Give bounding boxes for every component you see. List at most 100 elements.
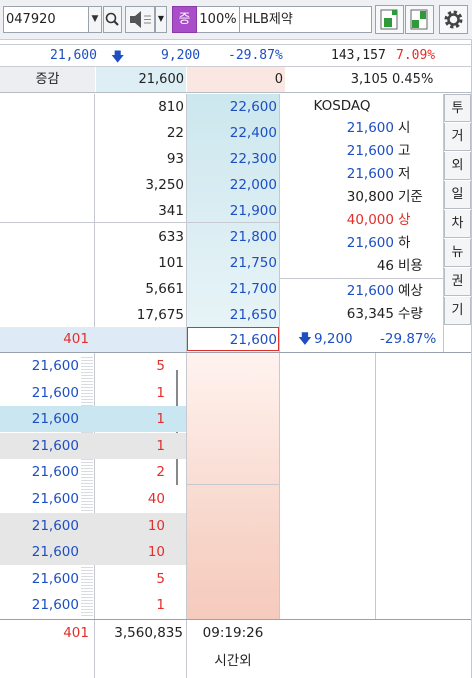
ask-price[interactable]: 21,700 (187, 276, 277, 302)
info-label: 상 (398, 212, 411, 228)
summary-ask-value: 21,600 (96, 67, 186, 92)
summary-label: 증감 (35, 72, 60, 87)
ask-left-last: 401 (63, 331, 89, 347)
stock-code-input[interactable]: 047920 (3, 6, 89, 33)
side-tab[interactable]: 일 (444, 181, 471, 209)
trade-quantity: 1 (156, 385, 165, 401)
info-label: 비용 (398, 258, 423, 274)
info-bottom-rate: -29.87% (380, 331, 437, 347)
ask-price[interactable]: 22,300 (187, 146, 277, 172)
speaker-icon[interactable] (125, 6, 155, 33)
info-label: 저 (398, 166, 411, 182)
side-tab[interactable]: 권 (444, 268, 471, 296)
ask-quantity: 22 (166, 125, 184, 141)
info-label: 고 (398, 143, 411, 159)
info-value: 21,600 (346, 143, 394, 159)
info-value: 63,345 (346, 306, 394, 322)
gear-icon[interactable] (439, 5, 468, 34)
info-label: 시 (398, 120, 411, 136)
trade-price: 21,600 (31, 385, 79, 401)
summary-row: 증감 21,600 0 3,105 0.45% (0, 67, 472, 93)
info-label: 예상 (398, 283, 423, 299)
code-dropdown-icon[interactable]: ▼ (88, 6, 102, 33)
trade-price: 21,600 (31, 358, 79, 374)
info-value: 21,600 (346, 120, 394, 136)
trade-quantity: 40 (147, 491, 165, 507)
ask-price[interactable]: 21,750 (187, 250, 277, 276)
info-row: 21,600 시 (280, 117, 444, 140)
trade-price: 21,600 (31, 411, 79, 427)
info-value: 21,600 (346, 235, 394, 251)
trade-quantity: 2 (156, 464, 165, 480)
ask-quantity: 3,250 (145, 177, 184, 193)
market-label: KOSDAQ (313, 98, 371, 114)
speaker-dropdown-icon[interactable]: ▼ (155, 6, 167, 33)
trade-price: 21,600 (31, 491, 79, 507)
trade-quantity: 10 (147, 518, 165, 534)
market-badge: 증 (172, 6, 197, 33)
info-row: 40,000 상 (280, 209, 444, 232)
summary-right-value: 3,105 (350, 72, 388, 87)
summary-bid-value: 0 (187, 67, 285, 92)
ask-quantity: 93 (166, 151, 184, 167)
side-tab[interactable]: 뉴 (444, 239, 471, 267)
trade-price: 21,600 (31, 464, 79, 480)
info-row: 21,600 고 (280, 140, 444, 163)
tick-scale (81, 355, 93, 617)
bid-price-column (187, 353, 279, 619)
info-bottom: 🡇 9,200 -29.87% (280, 328, 444, 351)
trade-price: 21,600 (31, 571, 79, 587)
layout-toggle-icon[interactable] (405, 5, 434, 34)
info-value: 40,000 (346, 212, 394, 228)
volume-rate: 7.09% (396, 48, 436, 63)
ask-quantity: 810 (158, 99, 184, 115)
price-change: 9,200 (161, 48, 201, 63)
info-row: 46 비용 (280, 255, 444, 278)
trade-quantity: 10 (147, 544, 165, 560)
ask-price[interactable]: 22,600 (187, 94, 277, 120)
ask-price[interactable]: 21,800 (187, 224, 277, 250)
info-row: 63,345 수량 (280, 303, 444, 326)
footer-total: 3,560,835 (114, 625, 183, 641)
side-tab[interactable]: 외 (444, 152, 471, 180)
trade-quantity: 1 (156, 438, 165, 454)
ask-price[interactable]: 22,000 (187, 172, 277, 198)
price-summary-line: 21,600 🡇 9,200 -29.87% 143,157 7.09% (0, 44, 472, 67)
current-price: 21,600 (50, 48, 97, 63)
footer-session: 시간외 (214, 653, 252, 669)
side-tab[interactable]: 거 (444, 123, 471, 151)
ask-price[interactable]: 21,900 (187, 198, 277, 224)
footer-time: 09:19:26 (202, 625, 264, 641)
stock-name[interactable]: HLB제약 (240, 6, 372, 33)
info-row: 21,600 저 (280, 163, 444, 186)
trade-price: 21,600 (31, 597, 79, 613)
summary-right-pct: 0.45% (392, 72, 434, 87)
info-value: 21,600 (346, 166, 394, 182)
trade-price: 21,600 (31, 544, 79, 560)
info-value: 46 (376, 258, 394, 274)
search-icon[interactable] (103, 6, 122, 33)
ask-quantity: 5,661 (145, 281, 184, 297)
side-tab[interactable]: 투 (444, 94, 471, 122)
info-label: 기준 (398, 189, 423, 205)
ask-quantity: 101 (158, 255, 184, 271)
info-row: 21,600 예상 (280, 280, 444, 303)
ask-price[interactable]: 21,650 (187, 302, 277, 328)
info-label: 하 (398, 235, 411, 251)
ask-quantity: 17,675 (136, 307, 184, 323)
chart-link-icon[interactable] (375, 5, 404, 34)
side-tab[interactable]: 기 (444, 297, 471, 325)
down-arrow-icon: 🡇 (298, 331, 312, 347)
ask-quantity: 341 (158, 203, 184, 219)
info-bottom-change: 9,200 (314, 331, 353, 347)
trade-price: 21,600 (31, 438, 79, 454)
ask-price[interactable]: 21,600 (187, 327, 277, 353)
change-rate: -29.87% (228, 48, 283, 63)
ask-quantity: 633 (158, 229, 184, 245)
trade-quantity: 1 (156, 597, 165, 613)
side-tab[interactable]: 차 (444, 210, 471, 238)
trade-volume: 143,157 (331, 48, 386, 63)
ask-price[interactable]: 22,400 (187, 120, 277, 146)
info-value: 21,600 (346, 283, 394, 299)
trade-quantity: 5 (156, 358, 165, 374)
